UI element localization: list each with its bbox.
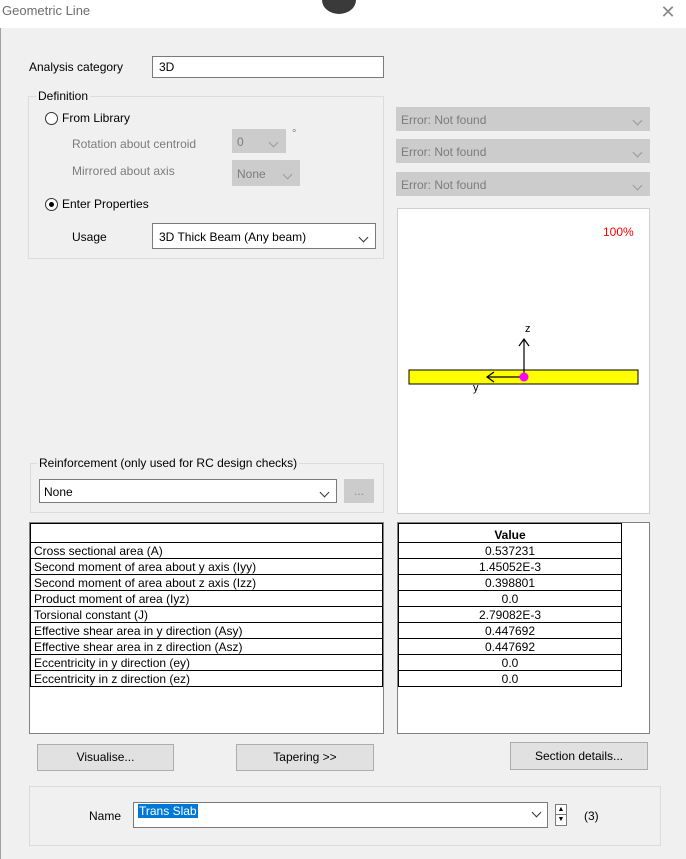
- chevron-down-icon: [629, 173, 645, 195]
- property-name: Eccentricity in y direction (ey): [30, 654, 383, 671]
- section-details-button[interactable]: Section details...: [510, 742, 648, 770]
- analysis-category-label: Analysis category: [29, 60, 124, 74]
- rotation-select[interactable]: 0: [232, 129, 286, 153]
- properties-grid: Cross sectional area (A) Second moment o…: [29, 522, 384, 734]
- mirrored-value: None: [237, 167, 266, 181]
- property-name: Second moment of area about y axis (Iyy): [30, 558, 383, 575]
- visualise-button[interactable]: Visualise...: [37, 744, 174, 771]
- rotation-label: Rotation about centroid: [72, 137, 197, 151]
- value-cell[interactable]: 0.0: [398, 654, 622, 671]
- property-name: Effective shear area in y direction (Asy…: [30, 622, 383, 639]
- usage-select[interactable]: 3D Thick Beam (Any beam): [152, 223, 376, 249]
- from-library-label[interactable]: From Library: [62, 111, 130, 125]
- property-name: Cross sectional area (A): [30, 542, 383, 559]
- mirrored-label: Mirrored about axis: [72, 164, 175, 178]
- library-combo-2-value: Error: Not found: [401, 145, 487, 159]
- analysis-category-value: 3D: [159, 60, 175, 74]
- values-grid: Value 0.537231 1.45052E-3 0.398801 0.0 2…: [397, 522, 650, 734]
- y-axis-label: y: [473, 382, 479, 394]
- property-name: Effective shear area in z direction (Asz…: [30, 638, 383, 655]
- library-combo-3-value: Error: Not found: [401, 178, 487, 192]
- chevron-down-icon: [265, 130, 281, 152]
- name-count: (3): [584, 809, 599, 823]
- value-cell[interactable]: 0.398801: [398, 574, 622, 591]
- chevron-down-icon: [629, 108, 645, 130]
- property-name: Second moment of area about z axis (Izz): [30, 574, 383, 591]
- values-table: Value 0.537231 1.45052E-3 0.398801 0.0 2…: [398, 523, 622, 687]
- rotation-value: 0: [237, 135, 244, 149]
- reinforcement-value: None: [44, 485, 73, 499]
- reinforcement-select[interactable]: None: [39, 479, 337, 503]
- reinforcement-title: Reinforcement (only used for RC design c…: [37, 456, 300, 470]
- value-cell[interactable]: 0.0: [398, 670, 622, 687]
- usage-label: Usage: [72, 230, 107, 244]
- spin-down-icon[interactable]: ▼: [556, 815, 566, 825]
- section-drawing: z y: [408, 323, 639, 394]
- degree-unit: °: [292, 128, 297, 140]
- usage-value: 3D Thick Beam (Any beam): [159, 230, 307, 244]
- value-cell[interactable]: 1.45052E-3: [398, 558, 622, 575]
- value-header: Value: [398, 523, 622, 543]
- library-combo-2[interactable]: Error: Not found: [396, 139, 650, 163]
- from-library-radio[interactable]: [45, 112, 58, 125]
- chevron-down-icon: [355, 224, 371, 248]
- window-edge: [0, 28, 1, 859]
- chevron-down-icon: [316, 480, 332, 502]
- chevron-down-icon: [629, 140, 645, 162]
- properties-name-table: Cross sectional area (A) Second moment o…: [30, 523, 383, 687]
- mirrored-select[interactable]: None: [232, 160, 300, 186]
- value-cell[interactable]: 0.447692: [398, 622, 622, 639]
- value-cell[interactable]: 0.0: [398, 590, 622, 607]
- library-combo-3[interactable]: Error: Not found: [396, 172, 650, 196]
- close-icon[interactable]: ✕: [656, 1, 680, 23]
- analysis-category-field: 3D: [152, 56, 384, 78]
- definition-title: Definition: [36, 89, 91, 103]
- name-spinner[interactable]: ▲ ▼: [555, 804, 567, 826]
- library-combo-1-value: Error: Not found: [401, 113, 487, 127]
- enter-properties-label[interactable]: Enter Properties: [62, 197, 149, 211]
- property-name: Eccentricity in z direction (ez): [30, 670, 383, 687]
- tapering-button[interactable]: Tapering >>: [236, 744, 374, 771]
- name-value: Trans Slab: [138, 804, 198, 818]
- reinforcement-browse-button[interactable]: ...: [344, 479, 374, 503]
- value-cell[interactable]: 0.447692: [398, 638, 622, 655]
- window-title: Geometric Line: [2, 3, 91, 18]
- library-combo-1[interactable]: Error: Not found: [396, 107, 650, 131]
- name-input[interactable]: Trans Slab: [133, 802, 548, 828]
- centroid-marker: [519, 372, 529, 382]
- value-cell[interactable]: 0.537231: [398, 542, 622, 559]
- chevron-down-icon: [279, 161, 295, 185]
- z-axis-label: z: [525, 323, 531, 335]
- property-name: Torsional constant (J): [30, 606, 383, 623]
- spin-up-icon[interactable]: ▲: [556, 805, 566, 815]
- chevron-down-icon[interactable]: [529, 803, 543, 819]
- enter-properties-radio[interactable]: [45, 198, 58, 211]
- properties-header-cell: [30, 523, 383, 543]
- property-name: Product moment of area (Iyz): [30, 590, 383, 607]
- name-label: Name: [89, 809, 122, 823]
- value-cell[interactable]: 2.79082E-3: [398, 606, 622, 623]
